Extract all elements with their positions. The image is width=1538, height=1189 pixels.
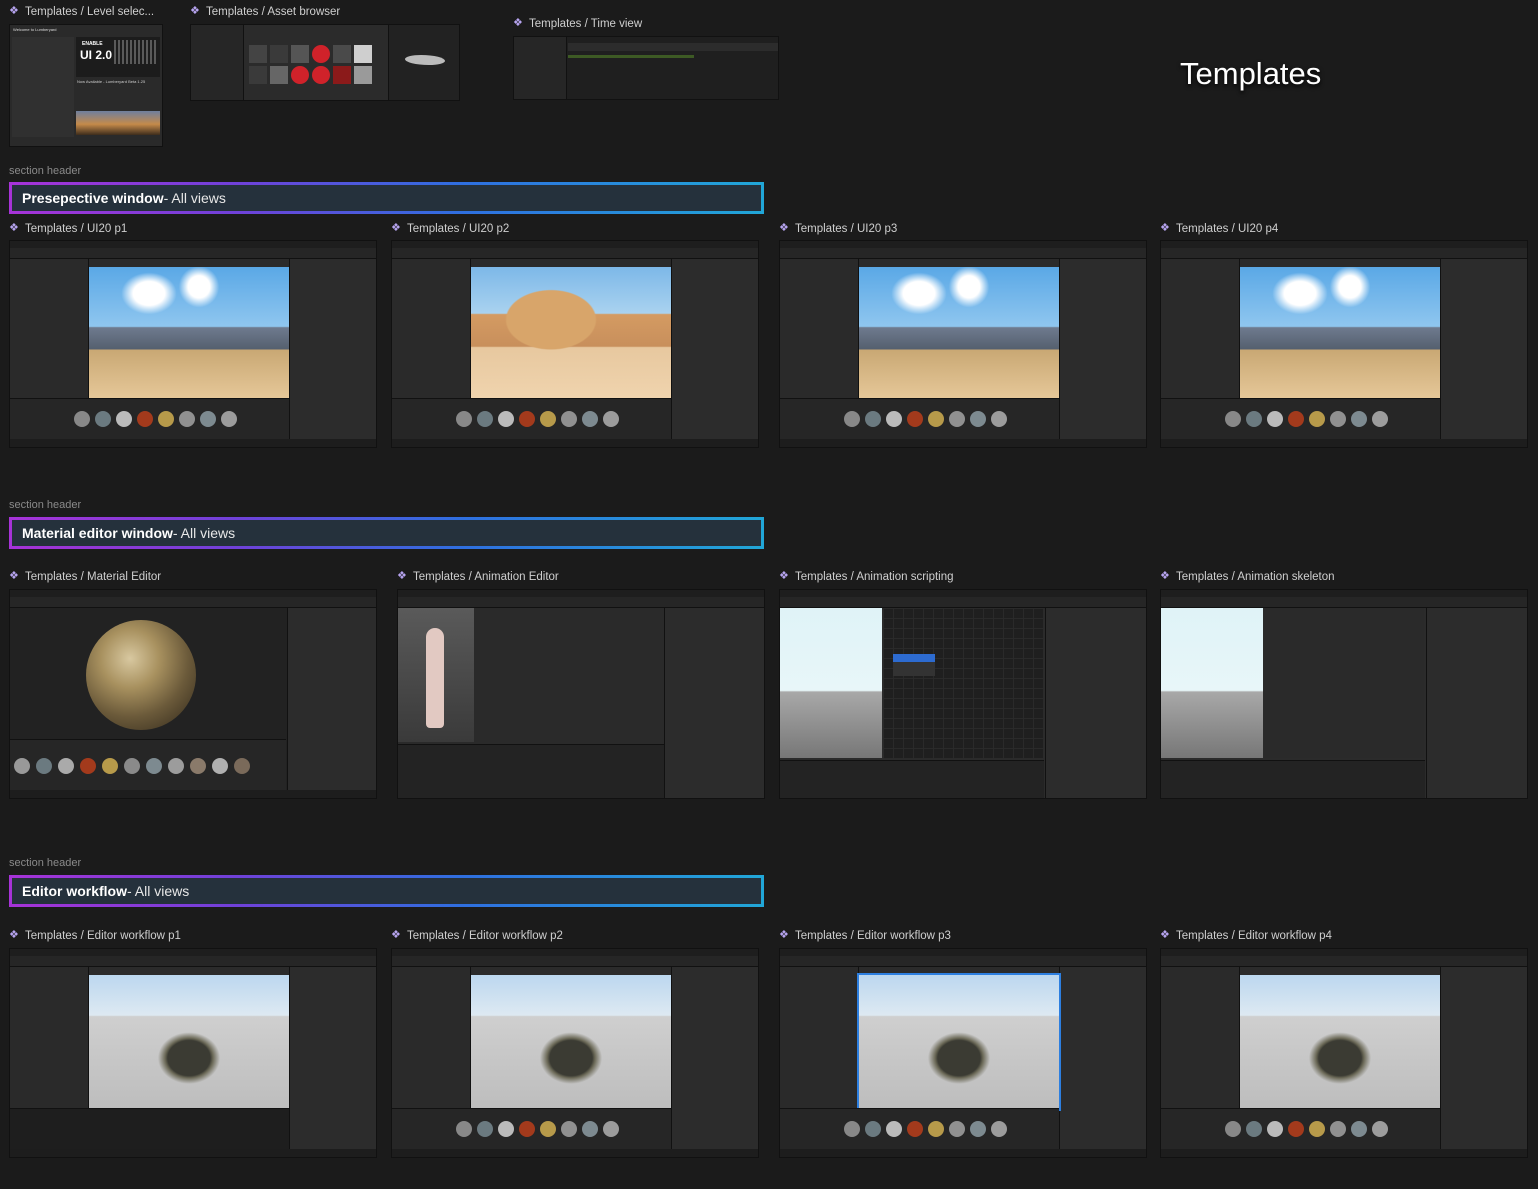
section-header-label: section header: [9, 857, 82, 869]
frame-label-workflow-p4[interactable]: Templates / Editor workflow p4: [1160, 928, 1332, 942]
frame-label-ui20-p1[interactable]: Templates / UI20 p1: [9, 221, 127, 235]
component-icon: [190, 4, 201, 17]
component-icon: [1160, 221, 1171, 234]
thumbnail-time-view[interactable]: [513, 36, 779, 100]
thumbnail-animation-skeleton[interactable]: [1160, 589, 1528, 799]
thumbnail-animation-editor[interactable]: [397, 589, 765, 799]
thumbnail-workflow-p1[interactable]: [9, 948, 377, 1158]
component-icon: [779, 928, 790, 941]
thumbnail-ui20-p4[interactable]: [1160, 240, 1528, 448]
welcome-text: Welcome to Lumberyard: [13, 27, 57, 32]
thumbnail-material-editor[interactable]: [9, 589, 377, 799]
frame-label-material-editor[interactable]: Templates / Material Editor: [9, 569, 161, 583]
thumbnail-workflow-p4[interactable]: [1160, 948, 1528, 1158]
frame-label-ui20-p2[interactable]: Templates / UI20 p2: [391, 221, 509, 235]
component-icon: [779, 221, 790, 234]
thumbnail-workflow-p3[interactable]: [779, 948, 1147, 1158]
character-viewport: [398, 608, 474, 742]
asset-preview: [388, 25, 459, 100]
frame-label-asset-browser[interactable]: Templates / Asset browser: [190, 4, 340, 18]
component-icon: [391, 221, 402, 234]
headline: Now Available - Lumberyard Beta 1.25: [77, 79, 146, 84]
frame-label-workflow-p1[interactable]: Templates / Editor workflow p1: [9, 928, 181, 942]
section-header-label: section header: [9, 165, 82, 177]
component-icon: [391, 928, 402, 941]
frame-label-animation-skeleton[interactable]: Templates / Animation skeleton: [1160, 569, 1335, 583]
frame-label-workflow-p3[interactable]: Templates / Editor workflow p3: [779, 928, 951, 942]
component-icon: [9, 221, 20, 234]
thumbnail-level-select[interactable]: Welcome to Lumberyard ENABLE UI 2.0 Now …: [9, 24, 163, 147]
component-icon: [779, 569, 790, 582]
frame-label-workflow-p2[interactable]: Templates / Editor workflow p2: [391, 928, 563, 942]
frame-label-time-view[interactable]: Templates / Time view: [513, 16, 642, 30]
thumbnail-ui20-p1[interactable]: [9, 240, 377, 448]
blend-graph: [883, 608, 1043, 758]
section-header-label: section header: [9, 499, 82, 511]
thumbnail-workflow-p2[interactable]: [391, 948, 759, 1158]
thumbnail-ui20-p3[interactable]: [779, 240, 1147, 448]
section-header-material-editor: Material editor window - All views: [9, 517, 764, 549]
component-icon: [9, 4, 20, 17]
landscape-image: [76, 111, 160, 135]
left-panel: [12, 37, 74, 137]
banner: ENABLE UI 2.0: [76, 37, 160, 77]
component-icon: [1160, 569, 1171, 582]
thumbnail-asset-browser[interactable]: [190, 24, 460, 101]
section-header-perspective: Presepective window - All views: [9, 182, 764, 214]
component-icon: [1160, 928, 1171, 941]
component-icon: [397, 569, 408, 582]
section-header-editor-workflow: Editor workflow - All views: [9, 875, 764, 907]
material-preview-sphere: [86, 620, 196, 730]
frame-label-level-select[interactable]: Templates / Level selec...: [9, 4, 154, 18]
page-title: Templates: [1180, 56, 1322, 91]
frame-label-ui20-p3[interactable]: Templates / UI20 p3: [779, 221, 897, 235]
frame-label-animation-scripting[interactable]: Templates / Animation scripting: [779, 569, 954, 583]
thumbnail-animation-scripting[interactable]: [779, 589, 1147, 799]
asset-grid: [249, 45, 372, 84]
component-icon: [9, 569, 20, 582]
frame-label-animation-editor[interactable]: Templates / Animation Editor: [397, 569, 559, 583]
frame-label-ui20-p4[interactable]: Templates / UI20 p4: [1160, 221, 1278, 235]
component-icon: [513, 16, 524, 29]
component-icon: [9, 928, 20, 941]
thumbnail-ui20-p2[interactable]: [391, 240, 759, 448]
